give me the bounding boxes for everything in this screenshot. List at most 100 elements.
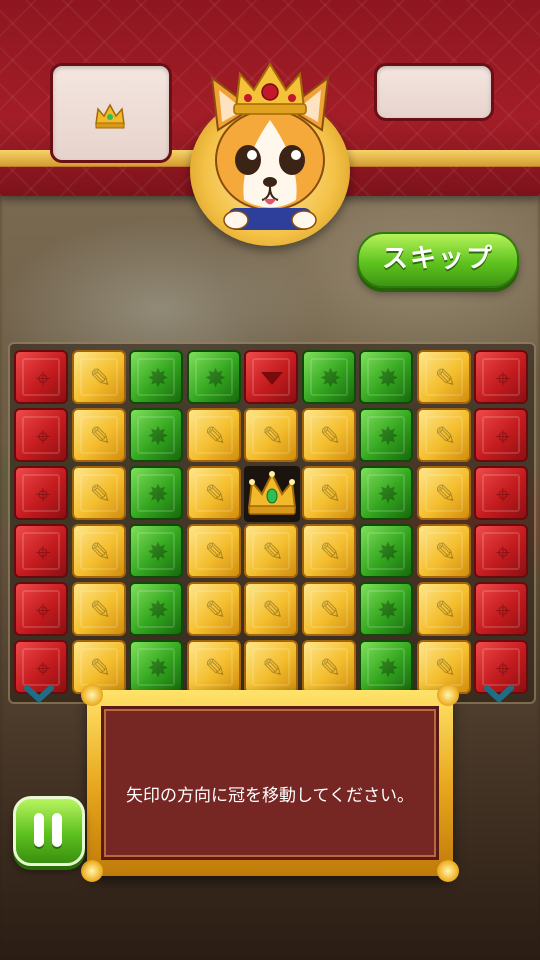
yellow-block[interactable]: ✎: [416, 524, 471, 578]
pencil-icon: ✎: [89, 480, 112, 510]
pencil-icon: ✎: [434, 364, 457, 394]
red-block[interactable]: ⌖: [14, 350, 68, 404]
dialog-corner-ornament: [437, 860, 459, 882]
pencil-icon: ✎: [89, 422, 112, 452]
green-block[interactable]: ✸: [129, 582, 183, 636]
cursor-icon: ⌖: [495, 538, 511, 568]
star-burst-icon: ✸: [147, 364, 169, 394]
star-burst-icon: ✸: [377, 538, 399, 568]
star-burst-icon: ✸: [319, 364, 342, 394]
pencil-icon: ✎: [204, 422, 227, 452]
dialog-message: 矢印の方向に冠を移動してください。: [126, 786, 414, 806]
green-block[interactable]: ✸: [129, 466, 183, 520]
green-block[interactable]: ✸: [186, 350, 241, 404]
pencil-icon: ✎: [319, 596, 342, 626]
red-block[interactable]: ⌖: [14, 408, 68, 462]
yellow-block[interactable]: ✎: [244, 408, 298, 462]
red-block[interactable]: ⌖: [474, 408, 528, 462]
star-burst-icon: ✸: [147, 480, 169, 510]
yellow-block[interactable]: ✎: [301, 466, 356, 520]
pencil-icon: ✎: [262, 422, 284, 452]
cursor-icon: ⌖: [35, 538, 51, 568]
pencil-icon: ✎: [262, 596, 284, 626]
yellow-block[interactable]: ✎: [186, 640, 241, 694]
green-block[interactable]: ✸: [359, 524, 413, 578]
yellow-block[interactable]: ✎: [416, 582, 471, 636]
green-block[interactable]: ✸: [129, 408, 183, 462]
corgi-king-avatar: [210, 62, 330, 230]
cursor-icon: ⌖: [35, 364, 51, 394]
crown-icon: [95, 103, 125, 129]
yellow-block[interactable]: ✎: [244, 640, 298, 694]
yellow-block[interactable]: ✎: [301, 524, 356, 578]
pencil-icon: ✎: [434, 538, 457, 568]
yellow-block[interactable]: ✎: [301, 408, 356, 462]
red-block[interactable]: ⌖: [474, 350, 528, 404]
pencil-icon: ✎: [89, 538, 112, 568]
dialog-corner-ornament: [81, 684, 103, 706]
pencil-icon: ✎: [204, 480, 227, 510]
yellow-block[interactable]: ✎: [186, 466, 241, 520]
red-block[interactable]: [244, 350, 298, 404]
yellow-block[interactable]: ✎: [186, 524, 241, 578]
crown-piece[interactable]: [244, 466, 300, 522]
yellow-block[interactable]: ✎: [301, 582, 356, 636]
pencil-icon: ✎: [262, 538, 284, 568]
yellow-block[interactable]: ✎: [71, 524, 126, 578]
red-block[interactable]: ⌖: [474, 582, 528, 636]
yellow-block[interactable]: ✎: [244, 582, 298, 636]
yellow-block[interactable]: ✎: [186, 582, 241, 636]
pencil-icon: ✎: [434, 480, 457, 510]
yellow-block[interactable]: ✎: [416, 408, 471, 462]
star-burst-icon: ✸: [147, 422, 169, 452]
pencil-icon: ✎: [204, 596, 227, 626]
pencil-icon: ✎: [319, 480, 342, 510]
pencil-icon: ✎: [434, 422, 457, 452]
green-block[interactable]: ✸: [129, 640, 183, 694]
star-burst-icon: ✸: [147, 596, 169, 626]
red-block[interactable]: ⌖: [14, 582, 68, 636]
red-block[interactable]: ⌖: [474, 524, 528, 578]
pencil-icon: ✎: [89, 596, 112, 626]
pause-icon: [34, 813, 44, 847]
green-block[interactable]: ✸: [129, 350, 183, 404]
yellow-block[interactable]: ✎: [416, 466, 471, 520]
skip-button[interactable]: スキップ: [357, 232, 519, 288]
star-burst-icon: ✸: [377, 654, 399, 684]
crown-icon: [247, 471, 297, 515]
cursor-icon: ⌖: [35, 480, 51, 510]
yellow-block[interactable]: ✎: [71, 466, 126, 520]
green-block[interactable]: ✸: [359, 408, 413, 462]
pencil-icon: ✎: [434, 596, 457, 626]
cursor-icon: ⌖: [35, 422, 51, 452]
yellow-block[interactable]: ✎: [186, 408, 241, 462]
star-burst-icon: ✸: [377, 480, 399, 510]
green-block[interactable]: ✸: [301, 350, 356, 404]
cursor-icon: ⌖: [495, 422, 511, 452]
green-block[interactable]: ✸: [359, 582, 413, 636]
green-block[interactable]: ✸: [359, 640, 413, 694]
star-burst-icon: ✸: [147, 654, 169, 684]
green-block[interactable]: ✸: [359, 350, 413, 404]
pause-button[interactable]: [13, 796, 85, 866]
red-block[interactable]: ⌖: [14, 524, 68, 578]
cursor-icon: ⌖: [495, 364, 511, 394]
yellow-block[interactable]: ✎: [71, 408, 126, 462]
goal-slot: [50, 63, 172, 163]
green-block[interactable]: ✸: [129, 524, 183, 578]
pencil-icon: ✎: [204, 538, 227, 568]
yellow-block[interactable]: ✎: [301, 640, 356, 694]
pencil-icon: ✎: [319, 538, 342, 568]
pencil-icon: ✎: [262, 654, 284, 684]
yellow-block[interactable]: ✎: [244, 524, 298, 578]
cursor-icon: ⌖: [495, 480, 511, 510]
cursor-icon: ⌖: [495, 596, 511, 626]
yellow-block[interactable]: ✎: [71, 350, 126, 404]
yellow-block[interactable]: ✎: [71, 582, 126, 636]
red-block[interactable]: ⌖: [14, 466, 68, 520]
green-block[interactable]: ✸: [359, 466, 413, 520]
chevron-down-icon: [484, 685, 514, 704]
red-block[interactable]: ⌖: [474, 466, 528, 520]
pencil-icon: ✎: [89, 364, 112, 394]
yellow-block[interactable]: ✎: [416, 350, 471, 404]
